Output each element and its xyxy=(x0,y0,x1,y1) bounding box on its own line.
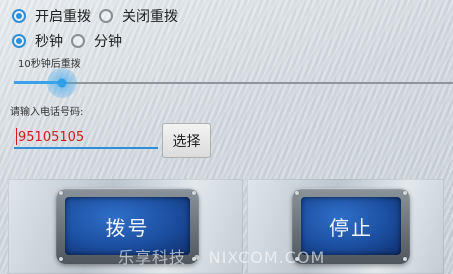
screw-icon xyxy=(192,191,196,195)
screw-icon xyxy=(403,257,407,261)
seconds-label: 秒钟 xyxy=(35,34,63,50)
screw-icon xyxy=(59,257,63,261)
redial-off-radio[interactable]: 关闭重拨 xyxy=(99,6,178,26)
delay-slider-track[interactable] xyxy=(14,82,453,84)
screw-icon xyxy=(403,191,407,195)
screw-icon xyxy=(59,191,63,195)
redial-on-radio[interactable]: 开启重拨 xyxy=(12,6,91,26)
minutes-radio[interactable]: 分钟 xyxy=(71,31,122,51)
delay-slider-thumb[interactable] xyxy=(47,68,77,98)
radio-unselected-icon xyxy=(71,34,85,48)
select-contact-button[interactable]: 选择 xyxy=(162,123,211,158)
delay-label: 10秒钟后重拨 xyxy=(18,59,81,70)
time-unit-radio-group: 秒钟 分钟 xyxy=(12,31,130,51)
phone-prompt-label: 请输入电话号码: xyxy=(10,107,84,118)
radio-selected-icon xyxy=(12,34,26,48)
screw-icon xyxy=(295,191,299,195)
radio-unselected-icon xyxy=(99,9,113,23)
redial-off-label: 关闭重拨 xyxy=(122,9,178,25)
redial-radio-group: 开启重拨 关闭重拨 xyxy=(12,6,186,26)
radio-selected-icon xyxy=(12,9,26,23)
minutes-label: 分钟 xyxy=(94,34,122,50)
phone-number-input[interactable] xyxy=(14,127,158,149)
redial-on-label: 开启重拨 xyxy=(35,9,91,25)
watermark-text: 乐享科技 • NIXCOM.COM xyxy=(118,248,326,267)
text-cursor xyxy=(16,128,17,145)
seconds-radio[interactable]: 秒钟 xyxy=(12,31,63,51)
